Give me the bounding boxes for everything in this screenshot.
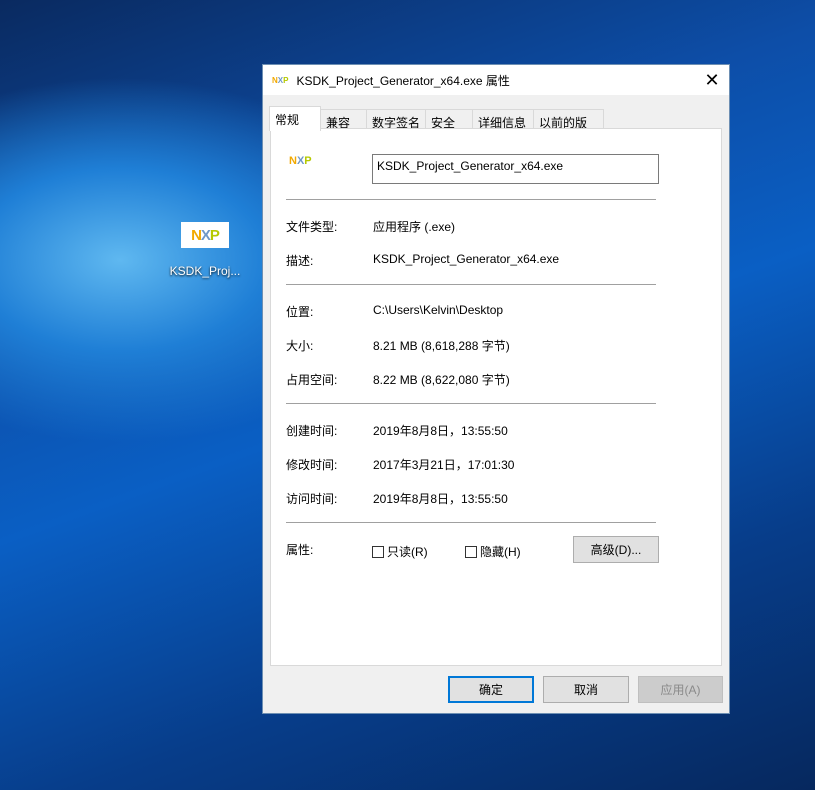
checkbox-box[interactable] [372, 545, 384, 558]
separator [286, 284, 656, 285]
app-icon: NXP [272, 75, 289, 85]
nxp-logo-icon: NXP [181, 222, 229, 248]
size-on-disk-value: 8.22 MB (8,622,080 字节) [373, 373, 510, 387]
separator [286, 403, 656, 404]
size-on-disk-label: 占用空间: [286, 373, 338, 387]
separator [286, 522, 656, 523]
created-value: 2019年8月8日，13:55:50 [373, 424, 508, 438]
size-value: 8.21 MB (8,618,288 字节) [373, 339, 510, 353]
readonly-label: 只读(R) [387, 545, 428, 559]
general-panel: NXP KSDK_Project_Generator_x64.exe 文件类型:… [270, 128, 722, 666]
type-label: 文件类型: [286, 220, 338, 234]
tab-general[interactable]: 常规 [269, 106, 321, 131]
close-button[interactable]: ✕ [695, 65, 729, 95]
hidden-checkbox[interactable]: 隐藏(H) [465, 543, 521, 560]
accessed-label: 访问时间: [286, 492, 338, 506]
modified-label: 修改时间: [286, 458, 338, 472]
location-value: C:\Users\Kelvin\Desktop [373, 303, 504, 317]
readonly-checkbox[interactable]: 只读(R) [372, 543, 428, 560]
title-bar: NXP KSDK_Project_Generator_x64.exe 属性 ✕ [263, 65, 729, 95]
modified-value: 2017年3月21日，17:01:30 [373, 458, 515, 472]
description-value: KSDK_Project_Generator_x64.exe [373, 252, 560, 266]
ok-button[interactable]: 确定 [448, 676, 534, 703]
apply-button[interactable]: 应用(A) [638, 676, 723, 703]
location-label: 位置: [286, 305, 314, 319]
desktop-file-icon[interactable]: NXP KSDK_Proj... [165, 222, 245, 278]
cancel-button[interactable]: 取消 [543, 676, 629, 703]
file-name-input[interactable]: KSDK_Project_Generator_x64.exe [372, 154, 659, 184]
separator [286, 199, 656, 200]
attributes-label: 属性: [286, 543, 314, 557]
type-value: 应用程序 (.exe) [373, 220, 456, 234]
hidden-label: 隐藏(H) [480, 545, 521, 559]
accessed-value: 2019年8月8日，13:55:50 [373, 492, 508, 506]
file-icon: NXP [289, 155, 312, 167]
desktop-icon-label: KSDK_Proj... [169, 264, 241, 278]
size-label: 大小: [286, 339, 314, 353]
description-label: 描述: [286, 254, 314, 268]
dialog-title: KSDK_Project_Generator_x64.exe 属性 [296, 73, 510, 88]
checkbox-box[interactable] [465, 545, 477, 558]
created-label: 创建时间: [286, 424, 338, 438]
advanced-button[interactable]: 高级(D)... [573, 536, 659, 563]
properties-dialog: NXP KSDK_Project_Generator_x64.exe 属性 ✕ … [262, 64, 730, 714]
